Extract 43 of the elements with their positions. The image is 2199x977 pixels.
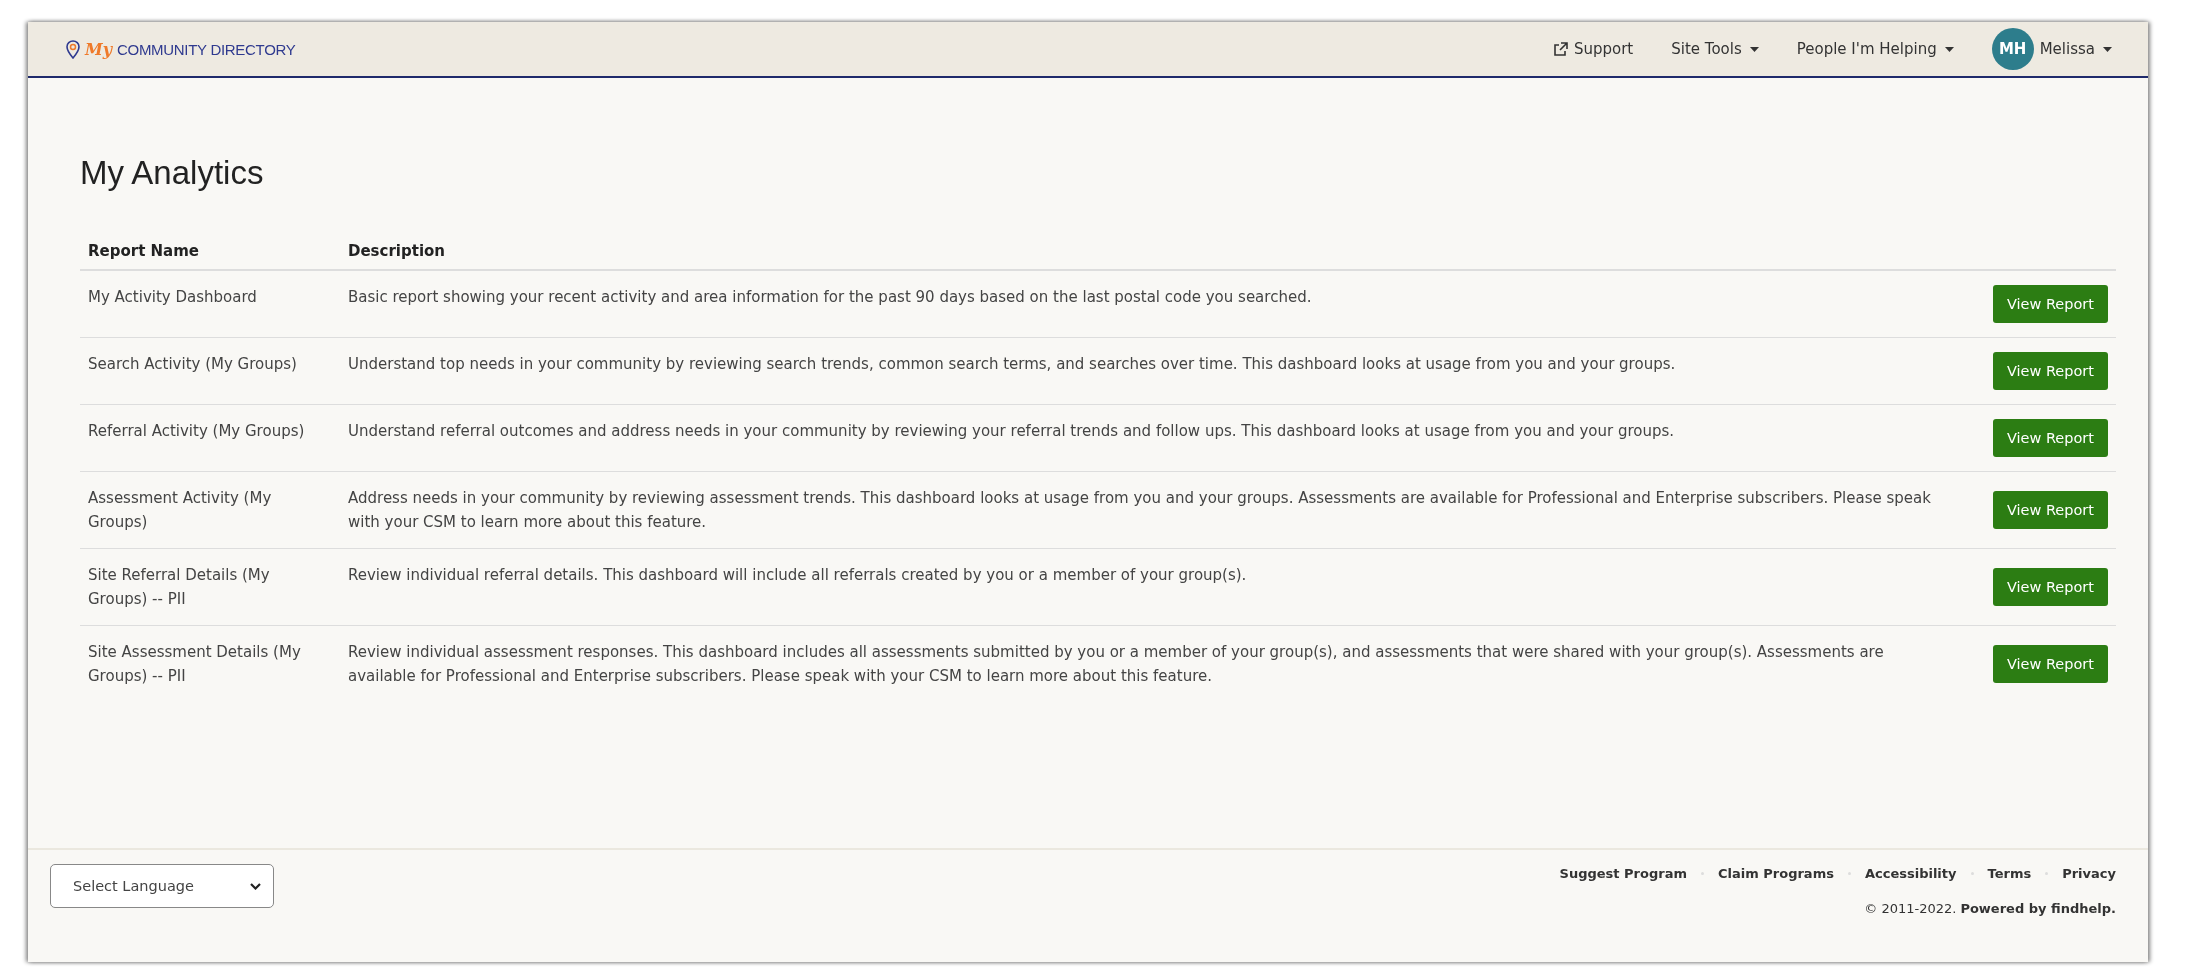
report-name: Site Assessment Details (My Groups) -- PII bbox=[80, 625, 340, 702]
caret-icon bbox=[2103, 46, 2112, 52]
column-header: Description bbox=[340, 234, 1960, 270]
user-avatar: MH bbox=[1991, 28, 2034, 70]
report-description: Understand referral outcomes and address needs in your community by reviewing your referral trends and follow ups. This dashboard looks at usage from you and your groups. bbox=[340, 404, 1960, 472]
report-description: Address needs in your community by reviewing assessment trends. This dashboard looks at usage from you and your groups. Assessments are available for Professional and Enterprise subscribers. Please speak with your CSM to learn more about this feature. bbox=[340, 471, 1960, 549]
caret-icon bbox=[1944, 46, 1954, 52]
footer-link[interactable]: Claim Programs bbox=[1717, 866, 1834, 881]
language-select[interactable]: Select Language bbox=[50, 864, 274, 908]
logo-text: COMMUNITY DIRECTORY bbox=[117, 40, 296, 58]
powered-by-text: Powered by findhelp. bbox=[1960, 901, 2116, 916]
footer-link[interactable]: Privacy bbox=[2062, 866, 2116, 881]
report-description: Review individual assessment responses. This dashboard includes all assessments submitted by you or a member of your group(s), and assessments that were shared with your group(s). Assessments are available for Professional and Enterprise subscribers. Please speak with your CSM to learn more about this feature. bbox=[340, 625, 1960, 702]
view-report-button[interactable]: View Report bbox=[1992, 285, 2108, 323]
view-report-button[interactable]: View Report bbox=[1992, 491, 2108, 529]
view-report-button[interactable]: View Report bbox=[1992, 419, 2108, 457]
report-description: Basic report showing your recent activity and area information for the past 90 days based on the last postal code you searched. bbox=[340, 270, 1960, 338]
report-name: Site Referral Details (My Groups) -- PII bbox=[80, 548, 340, 626]
copyright-text: © 2011-2022. bbox=[1864, 901, 1957, 916]
view-report-button[interactable]: View Report bbox=[1992, 645, 2108, 683]
report-name: Referral Activity (My Groups) bbox=[80, 404, 340, 472]
footer-link[interactable]: Accessibility bbox=[1864, 866, 1957, 881]
report-name: My Activity Dashboard bbox=[80, 270, 340, 338]
report-name: Search Activity (My Groups) bbox=[80, 337, 340, 405]
map-pin-icon bbox=[66, 39, 80, 59]
user-name: Melissa bbox=[2039, 40, 2095, 58]
report-description: Understand top needs in your community by reviewing search trends, common search terms, and searches over time. This dashboard looks at usage from you and your groups. bbox=[340, 337, 1960, 405]
view-report-button[interactable]: View Report bbox=[1992, 352, 2108, 390]
report-name: Assessment Activity (My Groups) bbox=[80, 471, 340, 549]
column-header: Report Name bbox=[80, 234, 340, 270]
report-description: Review individual referral details. This dashboard will include all referrals created by you or a member of your group(s). bbox=[340, 548, 1960, 626]
user-menu[interactable]: MH Melissa bbox=[1991, 28, 2112, 70]
nav-link[interactable]: Support bbox=[1552, 40, 1634, 58]
nav-link[interactable]: Site Tools bbox=[1671, 40, 1759, 58]
footer-link[interactable]: Terms bbox=[1987, 866, 2032, 881]
caret-icon bbox=[1749, 46, 1759, 52]
nav-link[interactable]: People I'm Helping bbox=[1796, 40, 1954, 58]
page-title: My Analytics bbox=[80, 154, 265, 192]
chevron-down-icon bbox=[250, 882, 261, 890]
view-report-button[interactable]: View Report bbox=[1992, 568, 2108, 606]
logo-mark: My bbox=[85, 39, 112, 59]
external-link-icon bbox=[1552, 41, 1568, 57]
footer-link[interactable]: Suggest Program bbox=[1559, 866, 1687, 881]
